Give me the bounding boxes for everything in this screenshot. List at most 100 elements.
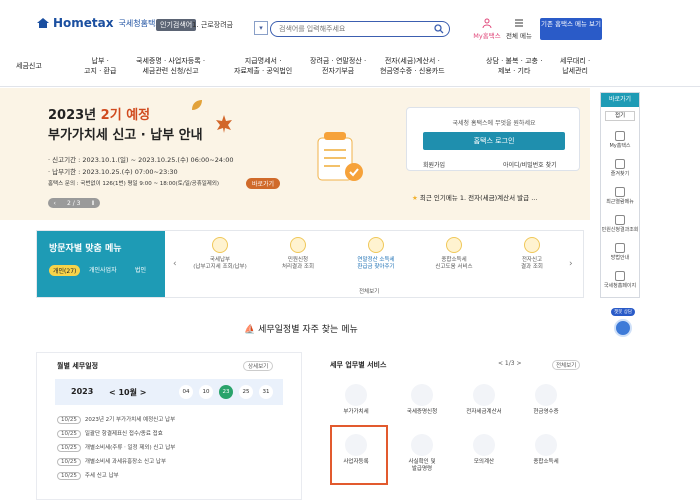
clock-icon xyxy=(615,187,625,197)
chatbot-button[interactable]: 챗봇 상담 xyxy=(611,308,635,344)
gnb-e-invoice[interactable]: 전자(세금)계산서 · 현금영수증 · 신용카드 xyxy=(380,56,445,76)
login-card: 국세청 홈택스에 무엇을 원하세요 홈택스 로그인 회원가입 아이디/비밀번호 … xyxy=(406,107,580,171)
quick-nts-home[interactable]: 국세청홈페이지 xyxy=(601,271,639,289)
hometax-logo[interactable]: Hometax 국세청홈택스 xyxy=(36,16,163,30)
quick-civil-result[interactable]: 민원신청결과조회 xyxy=(601,215,639,233)
star-icon: ★ xyxy=(412,194,418,202)
money-bag-icon xyxy=(446,237,462,253)
lamp-icon: ⛵ xyxy=(244,325,256,335)
chevron-right-icon[interactable]: › xyxy=(569,259,573,269)
calendar-day-active[interactable]: 23 xyxy=(219,385,233,399)
monthly-detail-button[interactable]: 상세보기 xyxy=(243,361,274,371)
business-services-title: 세무 업무별 서비스 xyxy=(330,361,387,369)
visitor-item[interactable]: 민원신청 처리결과 조회 xyxy=(263,237,333,271)
login-message: 국세청 홈택스에 무엇을 원하세요 xyxy=(452,120,536,127)
schedule-item[interactable]: 10/25 2023년 2기 부가가치세 예정신고 납부 xyxy=(57,415,175,424)
vat-icon xyxy=(345,384,367,406)
certificate-icon xyxy=(411,384,433,406)
chevron-left-icon[interactable]: ‹ xyxy=(173,259,177,269)
visitor-item[interactable]: 전자신고 결과 조회 xyxy=(497,237,567,271)
calendar-day[interactable]: 04 xyxy=(179,385,193,399)
calendar-day[interactable]: 31 xyxy=(259,385,273,399)
tab-corporation[interactable]: 법인 xyxy=(135,265,146,274)
quick-menu-toggle[interactable]: 접기 xyxy=(605,111,635,121)
service-certificate[interactable]: 국세증명신청 xyxy=(396,384,448,416)
gnb-consultation[interactable]: 상담 · 불복 · 고충 · 제보 · 기타 xyxy=(486,56,542,76)
service-fact-confirmation[interactable]: 사실확인 및 발급명령 xyxy=(396,434,448,473)
service-cash-receipt[interactable]: 현금영수증 xyxy=(520,384,572,416)
prev-icon[interactable]: ‹ xyxy=(54,200,56,207)
income-tax-icon xyxy=(535,434,557,456)
service-vat[interactable]: 부가가치세 xyxy=(330,384,382,416)
chatbot-icon xyxy=(614,319,632,337)
star-icon xyxy=(615,159,625,169)
document-icon xyxy=(368,237,384,253)
calendar-bar: 2023 < 10월 > 04 10 23 25 31 xyxy=(55,379,283,405)
gnb-incentives[interactable]: 장려금 · 연말정산 · 전자기부금 xyxy=(310,56,366,76)
receipt-icon xyxy=(535,384,557,406)
gnb-certificates[interactable]: 국세증명 · 사업자등록 · 세금관련 신청/신고 xyxy=(136,56,205,76)
document-illustration-icon xyxy=(317,132,363,181)
monthly-schedule: 월별 세무일정 상세보기 2023 < 10월 > 04 10 23 25 31… xyxy=(36,352,302,500)
service-e-invoice[interactable]: 전자세금계산서 xyxy=(458,384,510,416)
recent-popular-menu[interactable]: ★ 최근 인기메뉴 1. 전자(세금)계산서 발급 ... xyxy=(412,192,537,202)
header: Hometax 국세청홈택스 인기검색어 1. 근로장려금 ▾ My홈택스 전체… xyxy=(0,0,700,50)
my-hometax-label: My홈택스 xyxy=(473,32,501,40)
bell-icon xyxy=(290,237,306,253)
find-account-link[interactable]: 아이디/비밀번호 찾기 xyxy=(503,160,557,169)
search-icon[interactable] xyxy=(434,24,444,34)
calendar-day[interactable]: 25 xyxy=(239,385,253,399)
guide-icon xyxy=(615,243,625,253)
invoice-icon xyxy=(473,384,495,406)
visitor-item[interactable]: 연말정산 소득세 환급금 찾아주기 xyxy=(341,237,411,271)
search-dropdown-icon[interactable]: ▾ xyxy=(254,21,268,35)
visitor-view-all[interactable]: 전체보기 xyxy=(359,287,379,295)
all-menu-button[interactable]: 전체 메뉴 xyxy=(504,18,534,40)
quick-favorites[interactable]: 즐겨찾기 xyxy=(601,159,639,177)
schedule-item[interactable]: 10/25 주세 신고 납부 xyxy=(57,471,119,480)
main-navigation: 세금신고 납부 · 고지 · 환급 국세증명 · 사업자등록 · 세금관련 신청… xyxy=(0,50,700,87)
quick-recent[interactable]: 최근열람메뉴 xyxy=(601,187,639,205)
banner-payment-deadline: · 납부기한 : 2023.10.25.(수) 07:00~23:30 xyxy=(48,168,178,176)
tab-individual[interactable]: 개인(27) xyxy=(49,265,81,276)
chatbot-label: 챗봇 상담 xyxy=(611,308,635,316)
calendar-day[interactable]: 10 xyxy=(199,385,213,399)
schedule-item[interactable]: 10/25 개별소비세 과세유흥장소 신고 납부 xyxy=(57,457,166,466)
list-icon xyxy=(615,215,625,225)
banner-page-count: 2 / 3 xyxy=(66,199,81,207)
gnb-tax-agent[interactable]: 세무대리 · 납세관리 xyxy=(560,56,590,76)
signup-link[interactable]: 회원가입 xyxy=(423,160,445,169)
login-button[interactable]: 홈택스 로그인 xyxy=(423,132,565,150)
quick-guide[interactable]: 방법안내 xyxy=(601,243,639,261)
banner-shortcut-button[interactable]: 바로가기 xyxy=(246,178,281,189)
gnb-payment[interactable]: 납부 · 고지 · 환급 xyxy=(84,56,116,76)
calendar-month[interactable]: < 10월 > xyxy=(109,387,146,398)
popular-search-label: 인기검색어 xyxy=(156,19,197,31)
quick-menu: 바로가기 접기 My홈택스 즐겨찾기 최근열람메뉴 민원신청결과조회 방법안내 … xyxy=(600,92,640,298)
my-hometax-button[interactable]: My홈택스 xyxy=(470,18,504,40)
banner-filing-period: · 신고기간 : 2023.10.1.(일) ~ 2023.10.25.(수) … xyxy=(48,156,234,164)
service-income-tax[interactable]: 종합소득세 xyxy=(520,434,572,466)
schedule-item[interactable]: 10/25 개별소비세(주류ㆍ일정 제외) 신고 납부 xyxy=(57,443,175,452)
quick-menu-title: 바로가기 xyxy=(601,93,639,107)
confirm-icon xyxy=(411,434,433,456)
leaf-icon xyxy=(192,100,202,110)
gnb-payment-statements[interactable]: 지급명세서 · 자료제출 · 공익법인 xyxy=(234,56,292,76)
tab-sole-proprietor[interactable]: 개인사업자 xyxy=(89,265,117,274)
hamburger-icon xyxy=(515,19,523,27)
search-input[interactable] xyxy=(279,23,429,35)
pause-icon[interactable]: Ⅱ xyxy=(92,200,95,207)
service-simulation[interactable]: 모의계산 xyxy=(458,434,510,466)
classic-menu-button[interactable]: 기존 홈택스 메뉴 보기 xyxy=(540,18,602,40)
quick-my-hometax[interactable]: My홈택스 xyxy=(601,131,639,149)
person-icon xyxy=(615,131,625,141)
banner-pager[interactable]: ‹ 2 / 3 Ⅱ xyxy=(48,198,100,208)
schedule-item[interactable]: 10/25 일괄단 항결제표신 접수/종료 접효 xyxy=(57,429,163,438)
business-services-pager[interactable]: < 1/3 > xyxy=(498,360,522,367)
popular-search-item[interactable]: 1. 근로장려금 xyxy=(192,20,233,30)
business-view-all[interactable]: 전체보기 xyxy=(552,360,581,370)
gnb-tax-filing[interactable]: 세금신고 xyxy=(16,61,42,71)
visitor-item[interactable]: 종합소득세 신고도움 서비스 xyxy=(419,237,489,271)
highlight-box xyxy=(330,425,388,485)
visitor-item[interactable]: 국세납부 (납부고지세 조회/납부) xyxy=(185,237,255,271)
